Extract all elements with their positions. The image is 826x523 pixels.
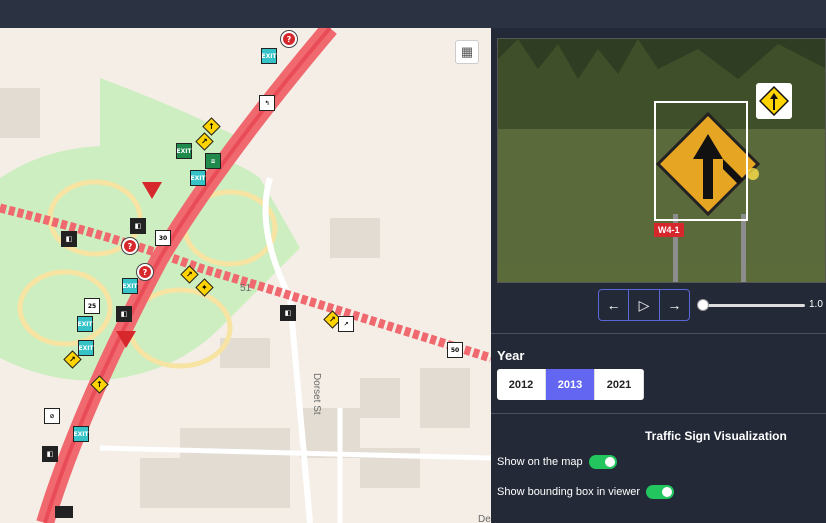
sign-thumbnail <box>756 83 792 119</box>
street-label: De <box>478 514 491 523</box>
speed-slider-track[interactable] <box>701 304 805 307</box>
building <box>330 218 380 258</box>
show-on-map-row: Show on the map <box>497 455 617 469</box>
layer-control-button[interactable]: ▦ <box>455 40 479 64</box>
sign-glyph: ↗ <box>201 136 208 146</box>
local-road <box>99 445 491 461</box>
viz-section-title: Traffic Sign Visualization <box>645 429 787 443</box>
sign-glyph: ↑ <box>208 121 215 131</box>
building <box>360 378 400 418</box>
speed-value: 1.0 <box>809 299 823 310</box>
traffic-sign-marker[interactable]: ◧ <box>130 218 146 234</box>
sign-glyph: ↗ <box>69 354 76 364</box>
traffic-sign-marker[interactable]: 30 <box>155 230 171 246</box>
street-label: Dorset St <box>311 373 322 415</box>
building <box>300 408 360 458</box>
hazard-marker <box>55 506 73 518</box>
traffic-sign-marker[interactable]: ↰ <box>259 95 275 111</box>
year-option-2012[interactable]: 2012 <box>497 369 546 400</box>
map-view[interactable]: ▦ Dorset St 51 De ? EXIT ↰ ↑ ↗ EXIT ≡ EXIT ◧? 30 ◧… <box>0 28 491 523</box>
map-canvas <box>0 28 491 523</box>
right-panel: W4-1 ← ▷ → 1.0 Year 2012 2013 2021 Traff… <box>491 28 826 523</box>
traffic-sign-marker[interactable]: ◧ <box>61 231 77 247</box>
speed-slider-knob[interactable] <box>697 299 709 311</box>
traffic-sign-marker[interactable]: ◧ <box>280 305 296 321</box>
traffic-sign-marker[interactable]: EXIT <box>122 278 138 294</box>
traffic-sign-marker[interactable]: ? <box>122 238 138 254</box>
show-on-map-toggle[interactable] <box>588 455 617 469</box>
qr-layer-icon: ▦ <box>460 44 474 59</box>
traffic-sign-marker[interactable]: ≡ <box>205 153 221 169</box>
sign-glyph: ↗ <box>329 314 336 324</box>
top-bar <box>0 0 826 28</box>
year-option-2021[interactable]: 2021 <box>595 369 644 400</box>
playback-controls: ← ▷ → <box>598 289 690 321</box>
traffic-sign-marker[interactable]: 50 <box>447 342 463 358</box>
year-label: Year <box>497 348 525 363</box>
divider <box>491 413 826 414</box>
sign-glyph: ✦ <box>201 282 208 292</box>
bounding-box-label: W4-1 <box>654 223 684 237</box>
sign-glyph: ↗ <box>186 269 193 279</box>
traffic-sign-marker[interactable] <box>142 182 162 199</box>
traffic-sign-marker[interactable]: ◧ <box>116 306 132 322</box>
traffic-sign-marker[interactable]: ? <box>281 31 297 47</box>
traffic-sign-marker[interactable]: ↗ <box>338 316 354 332</box>
merge-sign-icon <box>759 86 789 116</box>
year-selector: 2012 2013 2021 <box>497 369 644 400</box>
traffic-sign-marker[interactable]: EXIT <box>190 170 206 186</box>
traffic-sign-marker[interactable]: EXIT <box>78 340 94 356</box>
show-bbox-row: Show bounding box in viewer <box>497 485 675 499</box>
traffic-sign-marker[interactable]: ◧ <box>42 446 58 462</box>
traffic-sign-marker[interactable]: EXIT <box>176 143 192 159</box>
traffic-sign-marker[interactable]: 25 <box>84 298 100 314</box>
play-button[interactable]: ▷ <box>629 290 660 320</box>
building <box>0 88 40 138</box>
building <box>180 428 290 508</box>
sign-glyph: ↑ <box>96 379 103 389</box>
building <box>140 458 180 508</box>
traffic-sign-marker[interactable]: EXIT <box>261 48 277 64</box>
traffic-sign-marker[interactable]: EXIT <box>73 426 89 442</box>
show-on-map-label: Show on the map <box>497 456 583 468</box>
next-button[interactable]: → <box>660 290 689 320</box>
prev-button[interactable]: ← <box>599 290 630 320</box>
traffic-sign-marker[interactable]: ? <box>137 264 153 280</box>
street-label: 51 <box>240 283 252 294</box>
play-icon: ▷ <box>638 296 650 313</box>
divider <box>491 333 826 334</box>
show-bbox-label: Show bounding box in viewer <box>497 486 641 498</box>
building <box>420 368 470 428</box>
arrow-right-icon: → <box>667 297 682 313</box>
traffic-sign-marker[interactable] <box>116 331 136 348</box>
show-bbox-toggle[interactable] <box>646 485 675 499</box>
image-viewer[interactable]: W4-1 <box>497 38 826 283</box>
traffic-sign-marker[interactable]: EXIT <box>77 316 93 332</box>
traffic-sign-marker[interactable]: ⊘ <box>44 408 60 424</box>
year-option-2013[interactable]: 2013 <box>546 369 595 400</box>
arrow-left-icon: ← <box>606 297 621 313</box>
bounding-box <box>654 101 748 221</box>
